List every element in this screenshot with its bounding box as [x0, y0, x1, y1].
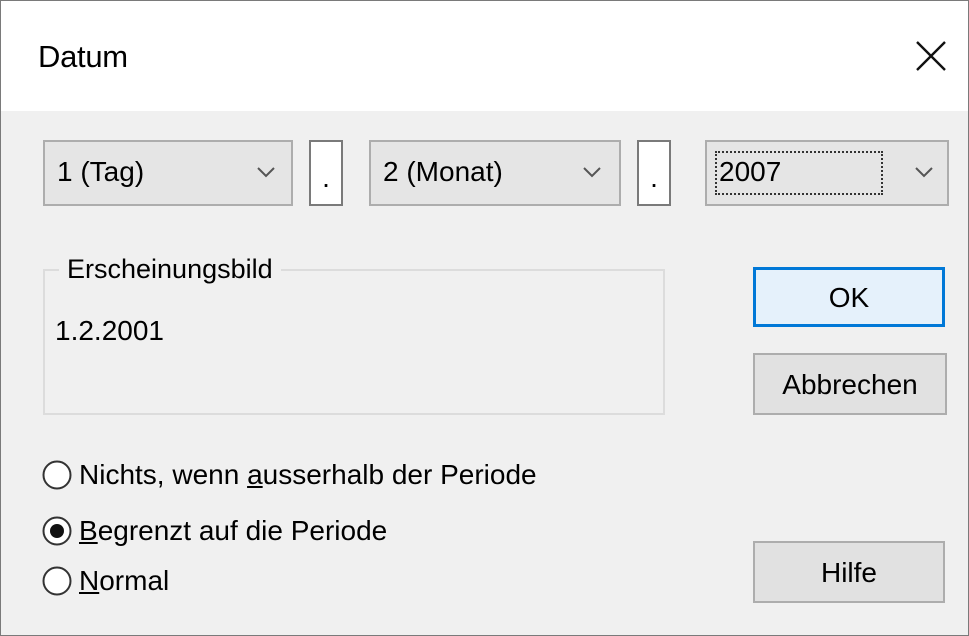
year-select[interactable]: 2007 — [705, 140, 949, 206]
chevron-down-icon — [913, 164, 935, 180]
radio-checked-icon — [41, 515, 73, 547]
radio-unchecked-icon — [41, 565, 73, 597]
radio-unchecked-icon — [41, 459, 73, 491]
chevron-down-icon — [255, 164, 277, 180]
separator-field-1[interactable]: . — [309, 140, 343, 206]
radio-outside-period-label: Nichts, wenn ausserhalb der Periode — [79, 459, 537, 490]
radio-limited-period-label: Begrenzt auf die Periode — [79, 515, 388, 546]
close-icon[interactable] — [906, 31, 956, 81]
day-select[interactable]: 1 (Tag) — [43, 140, 293, 206]
date-preview: 1.2.2001 — [55, 315, 164, 346]
ok-button[interactable]: OK — [753, 267, 945, 327]
dialog-title: Datum — [38, 39, 128, 74]
date-dialog: Datum 1 (Tag) . 2 (Monat) . 2007 Erschei… — [0, 0, 969, 636]
radio-normal-label: Normal — [79, 565, 170, 596]
help-button[interactable]: Hilfe — [753, 541, 945, 603]
chevron-down-icon — [581, 164, 603, 180]
cancel-button[interactable]: Abbrechen — [753, 353, 947, 415]
radio-limited-period[interactable]: Begrenzt auf die Periode — [41, 509, 387, 553]
separator-field-2[interactable]: . — [637, 140, 671, 206]
radio-outside-period[interactable]: Nichts, wenn ausserhalb der Periode — [41, 453, 537, 497]
month-select[interactable]: 2 (Monat) — [369, 140, 621, 206]
title-bar: Datum — [1, 1, 968, 111]
month-select-value: 2 (Monat) — [383, 156, 503, 187]
radio-normal[interactable]: Normal — [41, 559, 169, 603]
year-select-value: 2007 — [719, 156, 782, 187]
day-select-value: 1 (Tag) — [57, 156, 145, 187]
appearance-label: Erscheinungsbild — [59, 254, 281, 285]
